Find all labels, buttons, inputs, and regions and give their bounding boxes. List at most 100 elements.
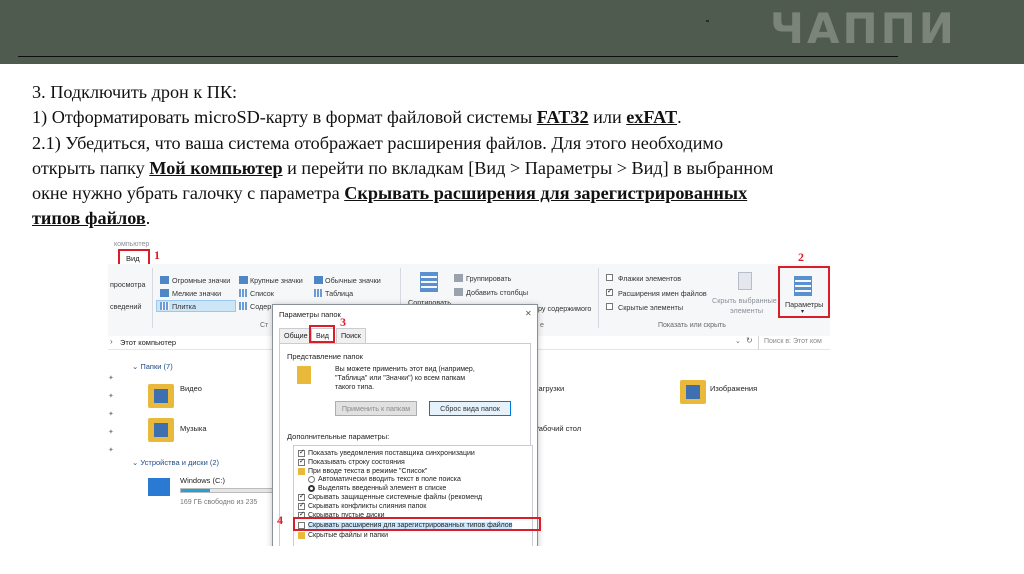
- advanced-settings-title: Дополнительные параметры:: [287, 432, 390, 441]
- group-icon: [454, 274, 463, 282]
- hidden-items-checkbox[interactable]: [606, 303, 613, 310]
- fit-columns-button[interactable]: ру содержимого: [538, 304, 591, 313]
- slide-body-text: 3. Подключить дрон к ПК: 1) Отформатиров…: [32, 80, 912, 232]
- marker-2: 2: [798, 250, 804, 264]
- advanced-item[interactable]: При вводе текста в режиме "Список": [308, 468, 427, 475]
- small-icons-option[interactable]: Мелкие значки: [172, 289, 221, 298]
- table-option[interactable]: Таблица: [325, 289, 353, 298]
- step-extensions-4: типов файлов.: [32, 208, 151, 229]
- step-extensions-1: 2.1) Убедиться, что ваша система отображ…: [32, 132, 724, 153]
- radio-autotype[interactable]: [308, 476, 315, 483]
- highlight-box-3: [309, 325, 335, 343]
- dropdown-chevron-icon[interactable]: ⌄: [735, 337, 741, 345]
- tile-option[interactable]: Плитка: [172, 302, 196, 311]
- tile-icon: [160, 302, 169, 310]
- search-input[interactable]: Поиск в: Этот ком: [764, 338, 822, 345]
- tab-search[interactable]: Поиск: [336, 328, 366, 343]
- folder-options-dialog: Параметры папок ✕ Общие Вид Поиск 3 Пред…: [272, 304, 541, 546]
- video-folder-icon[interactable]: [148, 384, 174, 408]
- huge-icons-icon: [160, 276, 169, 284]
- add-columns-icon: [454, 288, 463, 296]
- music-folder-label[interactable]: Музыка: [180, 424, 207, 433]
- marker-4: 4: [277, 513, 283, 527]
- highlight-box-2: [778, 266, 830, 318]
- tab-general[interactable]: Общие: [279, 328, 313, 343]
- exfat-term: exFAT: [626, 107, 678, 128]
- advanced-item[interactable]: Выделять введенный элемент в списке: [318, 485, 446, 492]
- advanced-item[interactable]: Скрывать защищенные системные файлы (рек…: [308, 494, 482, 501]
- images-folder-icon[interactable]: [680, 380, 706, 404]
- show-hide-group-label: Показать или скрыть: [658, 322, 726, 329]
- highlight-box-4: [293, 517, 541, 531]
- advanced-item[interactable]: Автоматически вводить текст в поле поиск…: [318, 476, 461, 483]
- huge-icons-option[interactable]: Огромные значки: [172, 276, 230, 285]
- preview-pane-button[interactable]: просмотра: [110, 280, 146, 289]
- folder-view-icon: [297, 366, 311, 384]
- marker-3: 3: [340, 315, 346, 329]
- advanced-item[interactable]: Скрывать конфликты слияния папок: [308, 503, 426, 510]
- large-icons-icon: [239, 276, 248, 284]
- dialog-title: Параметры папок: [279, 310, 341, 319]
- folder-icon: [298, 532, 305, 539]
- hide-merge-conflicts-checkbox[interactable]: [298, 501, 305, 510]
- hide-selected-label-2[interactable]: элементы: [730, 306, 763, 315]
- content-icon: [239, 302, 248, 310]
- desktop-folder-label[interactable]: Рабочий стол: [534, 424, 581, 433]
- content-option[interactable]: Содер: [250, 302, 271, 311]
- step-format: 1) Отформатировать microSD-карту в форма…: [32, 107, 682, 128]
- item-checkboxes-label: Флажки элементов: [618, 274, 682, 283]
- fat32-term: FAT32: [536, 107, 589, 128]
- close-icon[interactable]: ✕: [525, 309, 532, 318]
- windows-drive-label[interactable]: Windows (C:): [180, 476, 225, 485]
- drive-free-space: 169 ГБ свободно из 235: [180, 499, 258, 506]
- windows-drive-icon[interactable]: [148, 478, 170, 496]
- drive-usage-fill: [181, 489, 211, 492]
- folder-view-desc-1: Вы можете применить этот вид (например,: [335, 366, 475, 373]
- item-checkboxes-checkbox[interactable]: [606, 274, 613, 281]
- current-view-group-label: е: [540, 322, 544, 329]
- header-dot: [706, 20, 709, 22]
- refresh-icon[interactable]: ↻: [746, 336, 753, 345]
- video-folder-label[interactable]: Видео: [180, 384, 202, 393]
- step-heading: 3. Подключить дрон к ПК:: [32, 82, 238, 102]
- radio-select-typed[interactable]: [308, 485, 315, 492]
- normal-icons-option[interactable]: Обычные значки: [325, 276, 381, 285]
- advanced-item[interactable]: Показать уведомления поставщика синхрони…: [308, 450, 475, 457]
- reset-folders-button[interactable]: Сброс вида папок: [429, 401, 511, 416]
- hidden-items-label: Скрытые элементы: [618, 303, 684, 312]
- apply-to-folders-button[interactable]: Применить к папкам: [335, 401, 417, 416]
- hide-extensions-term-1: Скрывать расширения для зарегистрированн…: [344, 183, 748, 204]
- brand-logo: ЧАППИ: [770, 4, 957, 53]
- status-bar-checkbox[interactable]: [298, 457, 305, 466]
- music-folder-icon[interactable]: [148, 418, 174, 442]
- file-extensions-label: Расширения имен файлов: [618, 289, 707, 298]
- list-option[interactable]: Список: [250, 289, 274, 298]
- address-text[interactable]: Этот компьютер: [120, 338, 176, 347]
- group-by-button[interactable]: Группировать: [466, 274, 511, 283]
- list-icon: [239, 289, 248, 297]
- ribbon-separator: [152, 268, 153, 328]
- file-extensions-checkbox[interactable]: [606, 287, 613, 296]
- hide-extensions-term-2: типов файлов: [32, 208, 146, 229]
- devices-group-header[interactable]: ⌄ Устройства и диски (2): [132, 458, 219, 467]
- folder-view-desc-2: "Таблица" или "Значки") ко всем папкам: [335, 375, 466, 382]
- header-divider: [18, 56, 898, 57]
- hide-protected-checkbox[interactable]: [298, 492, 305, 501]
- downloads-folder-label[interactable]: Загрузки: [534, 384, 564, 393]
- small-icons-icon: [160, 289, 169, 297]
- hide-selected-label-1[interactable]: Скрыть выбранные: [712, 296, 777, 305]
- step-extensions-3: окне нужно убрать галочку с параметра Ск…: [32, 183, 748, 204]
- sync-notify-checkbox[interactable]: [298, 448, 305, 457]
- add-columns-button[interactable]: Добавить столбцы: [466, 288, 528, 297]
- images-folder-label[interactable]: Изображения: [710, 384, 757, 393]
- folders-group-header[interactable]: ⌄ Папки (7): [132, 362, 173, 371]
- details-pane-button[interactable]: сведений: [110, 302, 141, 311]
- folder-view-title: Представление папок: [287, 352, 363, 361]
- chevron-right-icon: ›: [110, 337, 113, 346]
- advanced-item[interactable]: Показывать строку состояния: [308, 459, 405, 466]
- drive-usage-bar: [180, 488, 280, 493]
- advanced-item[interactable]: Скрытые файлы и папки: [308, 532, 388, 539]
- table-icon: [314, 289, 323, 297]
- folder-icon: [298, 468, 305, 475]
- large-icons-option[interactable]: Крупные значки: [250, 276, 303, 285]
